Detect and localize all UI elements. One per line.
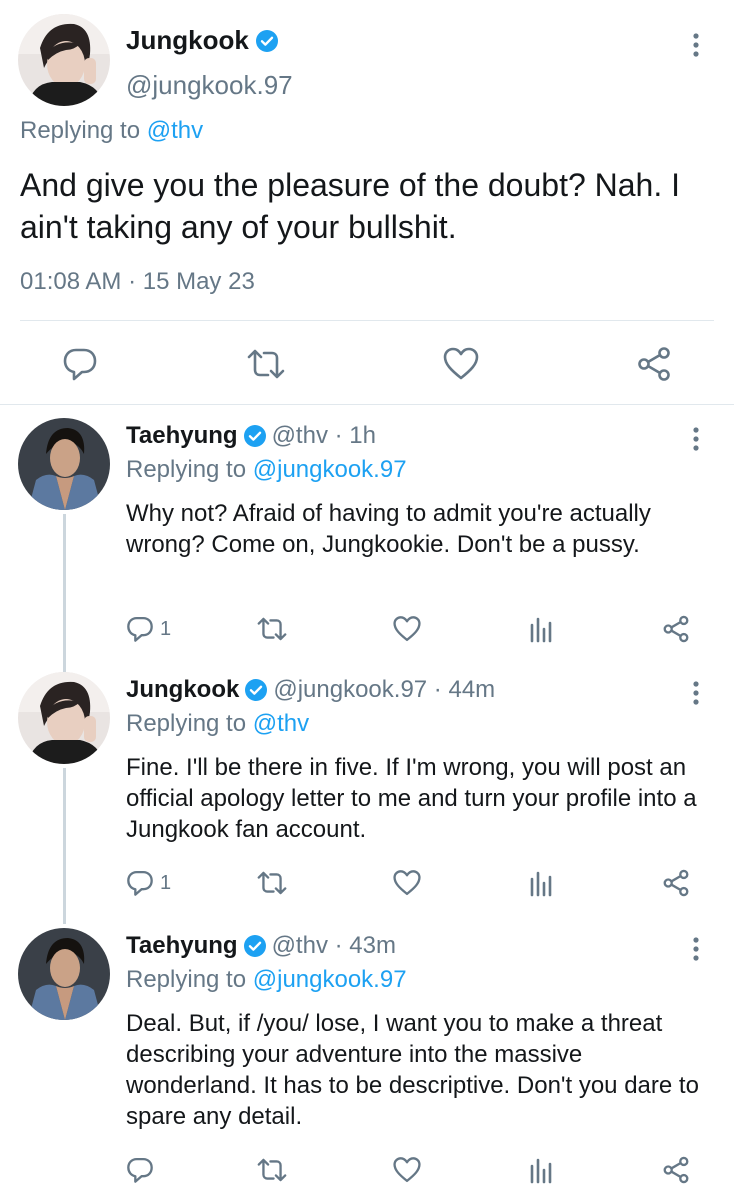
- heart-icon[interactable]: [392, 614, 422, 644]
- reply-tweet: Taehyung @thv · 43m Replying to @jungkoo…: [0, 928, 734, 1200]
- reply-tweet: Jungkook @jungkook.97 · 44m Replying to …: [0, 672, 734, 924]
- retweet-icon[interactable]: [246, 346, 285, 382]
- share-icon[interactable]: [662, 868, 690, 898]
- handle-and-time[interactable]: @jungkook.97 · 44m: [273, 676, 495, 704]
- more-vertical-icon[interactable]: [686, 678, 706, 708]
- share-icon[interactable]: [662, 1155, 690, 1185]
- verified-badge-icon: [243, 934, 267, 958]
- replying-prefix: Replying to: [126, 966, 253, 993]
- reply-count: 1: [160, 617, 172, 640]
- replying-to: Replying to @jungkook.97: [126, 456, 407, 484]
- retweet-icon[interactable]: [256, 868, 288, 898]
- share-icon[interactable]: [636, 346, 672, 382]
- reply-icon[interactable]: [62, 346, 98, 382]
- heart-icon[interactable]: [392, 868, 422, 898]
- avatar-taehyung[interactable]: [18, 928, 110, 1020]
- replying-to: Replying to @jungkook.97: [126, 966, 407, 994]
- reply-text: Fine. I'll be there in five. If I'm wron…: [126, 754, 697, 843]
- main-tweet: Jungkook @jungkook.97 Replying to @thv A…: [0, 0, 734, 405]
- reply-actions: 1: [126, 868, 706, 902]
- avatar-jungkook[interactable]: [18, 14, 110, 106]
- heart-icon[interactable]: [392, 1155, 422, 1185]
- reply-header: Taehyung @thv · 43m: [126, 932, 396, 960]
- reply-icon: [126, 1156, 154, 1184]
- reply-text: Why not? Afraid of having to admit you'r…: [126, 500, 651, 558]
- replying-to: Replying to @thv: [126, 710, 309, 738]
- retweet-icon[interactable]: [256, 1155, 288, 1185]
- reply-header: Jungkook @jungkook.97 · 44m: [126, 676, 495, 704]
- reply-header: Taehyung @thv · 1h: [126, 422, 376, 450]
- author-name[interactable]: Taehyung: [126, 422, 238, 450]
- replying-to: Replying to @thv: [20, 117, 203, 145]
- replying-prefix: Replying to: [20, 117, 147, 144]
- analytics-icon[interactable]: [528, 1155, 554, 1185]
- heart-icon[interactable]: [442, 346, 479, 382]
- reply-text: Deal. But, if /you/ lose, I want you to …: [126, 1010, 699, 1130]
- avatar-jungkook[interactable]: [18, 672, 110, 764]
- reply-icon: [126, 869, 154, 897]
- reply-icon: [126, 615, 154, 643]
- reply-actions: 1: [126, 614, 706, 648]
- reply-count: 1: [160, 871, 172, 894]
- verified-badge-icon: [244, 678, 268, 702]
- replying-prefix: Replying to: [126, 710, 253, 737]
- retweet-icon[interactable]: [256, 614, 288, 644]
- reply-button[interactable]: 1: [126, 614, 171, 644]
- replying-mention[interactable]: @thv: [253, 710, 309, 737]
- replying-mention[interactable]: @thv: [147, 117, 203, 144]
- replying-mention[interactable]: @jungkook.97: [253, 966, 407, 993]
- thread-line: [63, 768, 66, 924]
- reply-button[interactable]: [126, 1155, 160, 1185]
- reply-tweet: Taehyung @thv · 1h Replying to @jungkook…: [0, 418, 734, 672]
- tweet-actions: [0, 340, 734, 390]
- analytics-icon[interactable]: [528, 868, 554, 898]
- replying-prefix: Replying to: [126, 456, 253, 483]
- verified-badge-icon: [255, 29, 279, 53]
- handle-and-time[interactable]: @thv · 1h: [272, 422, 376, 450]
- author-handle[interactable]: @jungkook.97: [126, 70, 293, 101]
- reply-actions: [126, 1155, 706, 1189]
- verified-badge-icon: [243, 424, 267, 448]
- analytics-icon[interactable]: [528, 614, 554, 644]
- author-row: Jungkook: [126, 25, 279, 56]
- author-name[interactable]: Taehyung: [126, 932, 238, 960]
- divider: [0, 404, 734, 405]
- tweet-timestamp[interactable]: 01:08 AM · 15 May 23: [20, 268, 255, 296]
- author-name[interactable]: Jungkook: [126, 676, 239, 704]
- more-vertical-icon[interactable]: [686, 424, 706, 454]
- thread-line: [63, 514, 66, 672]
- tweet-text: And give you the pleasure of the doubt? …: [20, 167, 681, 245]
- reply-button[interactable]: 1: [126, 868, 171, 898]
- avatar-taehyung[interactable]: [18, 418, 110, 510]
- handle-and-time[interactable]: @thv · 43m: [272, 932, 396, 960]
- divider: [20, 320, 714, 321]
- replying-mention[interactable]: @jungkook.97: [253, 456, 407, 483]
- author-name[interactable]: Jungkook: [126, 25, 249, 56]
- more-vertical-icon[interactable]: [686, 934, 706, 964]
- share-icon[interactable]: [662, 614, 690, 644]
- more-vertical-icon[interactable]: [686, 30, 706, 60]
